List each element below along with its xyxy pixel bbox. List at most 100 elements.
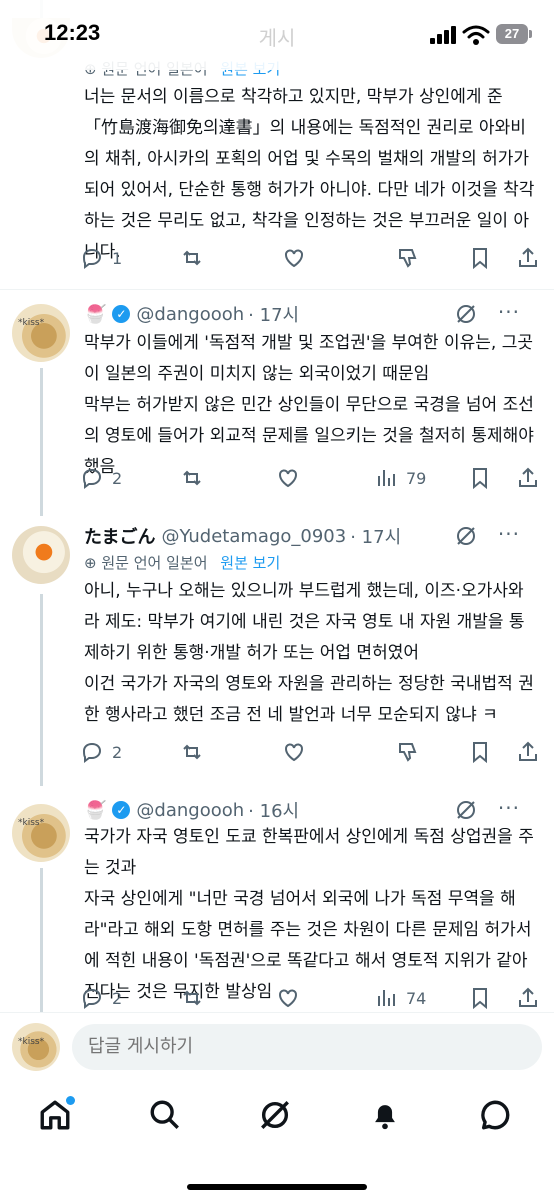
- tweet-text: 막부가 이들에게 '독점적 개발 및 조업권'을 부여한 이유는, 그곳이 일본…: [84, 333, 534, 477]
- home-indicator: [187, 1184, 367, 1190]
- tweet-actions: 2: [80, 736, 540, 768]
- avatar[interactable]: *kiss*: [12, 804, 70, 862]
- bottom-tab-bar: [0, 1084, 554, 1200]
- tweet-text: 아니, 누구나 오해는 있으니까 부드럽게 했는데, 이즈·오가사와라 제도: …: [84, 581, 534, 725]
- tweet[interactable]: *kiss* 🍧 ✓ @dangoooh · 16시 ··· 국가가 자국 영토…: [0, 792, 554, 1012]
- messages-icon: [481, 1100, 510, 1130]
- grok-icon[interactable]: [454, 798, 478, 822]
- wifi-icon: [462, 25, 490, 45]
- grok-icon[interactable]: [454, 302, 478, 326]
- like-button[interactable]: [282, 242, 306, 274]
- downvote-button[interactable]: [396, 242, 420, 274]
- status-bar: 12:23 게시 27: [0, 0, 554, 70]
- tweet-header: 🍧 ✓ @dangoooh · 17시 ···: [84, 300, 534, 328]
- battery-icon: 27: [496, 24, 532, 44]
- reply-button[interactable]: 1: [80, 242, 122, 274]
- verified-badge-icon: ✓: [112, 305, 131, 323]
- views-button[interactable]: 79: [374, 462, 426, 494]
- repost-button[interactable]: [180, 982, 204, 1014]
- like-button[interactable]: [276, 462, 300, 494]
- view-count: 79: [406, 468, 427, 488]
- translation-notice: ⊕ 원문 언어 일본어 원본 보기: [84, 552, 280, 576]
- more-options-icon[interactable]: ···: [498, 796, 520, 820]
- reply-input[interactable]: [72, 1024, 542, 1070]
- tweet-time: · 17시: [248, 305, 300, 326]
- reply-composer: *kiss*: [0, 1012, 554, 1084]
- tab-search[interactable]: [148, 1098, 188, 1138]
- heart-icon: [279, 989, 297, 1008]
- tab-grok[interactable]: [258, 1098, 298, 1138]
- search-icon: [150, 1100, 179, 1129]
- tweet-header: たまごん @Yudetamago_0903 · 17시 ···: [84, 522, 534, 550]
- reply-icon: [82, 742, 102, 763]
- tweet-text: 국가가 자국 영토인 도쿄 한복판에서 상인에게 독점 상업권을 주는 것과 자…: [84, 827, 534, 1002]
- tab-notifications[interactable]: [368, 1098, 408, 1138]
- user-handle[interactable]: @dangoooh: [136, 304, 244, 325]
- reply-count: 2: [112, 468, 123, 488]
- show-original-link[interactable]: 원본 보기: [220, 554, 280, 572]
- tweet-text: 너는 문서의 이름으로 착각하고 있지만, 막부가 상인에게 준「竹島渡海御免의…: [84, 87, 535, 262]
- grok-icon: [261, 1101, 289, 1129]
- user-handle[interactable]: @Yudetamago_0903: [161, 526, 346, 547]
- share-button[interactable]: [516, 242, 540, 274]
- tweet-header: 🍧 ✓ @dangoooh · 16시 ···: [84, 796, 534, 824]
- tweet[interactable]: *kiss* 🍧 ✓ @dangoooh · 17시 ··· 막부가 이들에게 …: [0, 290, 554, 516]
- downvote-button[interactable]: [396, 736, 420, 768]
- bookmark-icon: [473, 988, 487, 1010]
- tweet-actions: 1: [80, 242, 540, 274]
- repost-icon: [183, 250, 201, 266]
- reply-count: 2: [112, 988, 123, 1008]
- tweet-actions: 2 79: [80, 462, 540, 494]
- share-button[interactable]: [516, 982, 540, 1014]
- share-icon: [519, 987, 537, 1007]
- like-button[interactable]: [276, 982, 300, 1014]
- reply-icon: [82, 248, 102, 269]
- battery-level: 27: [504, 26, 520, 41]
- repost-button[interactable]: [180, 736, 204, 768]
- avatar[interactable]: *kiss*: [12, 304, 70, 362]
- repost-icon: [183, 990, 201, 1006]
- repost-button[interactable]: [180, 462, 204, 494]
- avatar[interactable]: [12, 526, 70, 584]
- views-button[interactable]: 74: [374, 982, 426, 1014]
- more-options-icon[interactable]: ···: [498, 300, 520, 324]
- reply-count: 1: [112, 248, 123, 268]
- tab-messages[interactable]: [478, 1098, 518, 1138]
- display-name-emoji: 🍧: [84, 799, 107, 821]
- thumbs-down-icon: [399, 743, 417, 762]
- bookmark-button[interactable]: [468, 982, 492, 1014]
- verified-badge-icon: ✓: [112, 801, 131, 819]
- signal-icon: [430, 26, 458, 44]
- bookmark-icon: [473, 742, 487, 764]
- heart-icon: [279, 469, 297, 488]
- bookmark-button[interactable]: [468, 736, 492, 768]
- share-icon: [519, 247, 537, 267]
- reply-button[interactable]: 2: [80, 462, 122, 494]
- like-button[interactable]: [282, 736, 306, 768]
- analytics-icon: [378, 470, 395, 486]
- notification-dot: [66, 1096, 75, 1105]
- repost-button[interactable]: [180, 242, 204, 274]
- reply-button[interactable]: 2: [80, 982, 122, 1014]
- bookmark-button[interactable]: [468, 242, 492, 274]
- display-name[interactable]: たまごん: [84, 523, 155, 549]
- share-button[interactable]: [516, 462, 540, 494]
- bookmark-icon: [473, 248, 487, 270]
- repost-icon: [183, 470, 201, 486]
- bookmark-button[interactable]: [468, 462, 492, 494]
- tweet[interactable]: たまごん @Yudetamago_0903 · 17시 ··· ⊕ 원문 언어 …: [0, 516, 554, 792]
- heart-icon: [285, 249, 303, 268]
- heart-icon: [285, 743, 303, 762]
- avatar: *kiss*: [12, 1023, 60, 1071]
- grok-icon[interactable]: [454, 524, 478, 548]
- more-options-icon[interactable]: ···: [498, 522, 520, 546]
- reply-icon: [82, 988, 102, 1009]
- share-icon: [519, 741, 537, 761]
- reply-button[interactable]: 2: [80, 736, 122, 768]
- thumbs-down-icon: [399, 249, 417, 268]
- tweet-time: · 17시: [350, 527, 402, 548]
- user-handle[interactable]: @dangoooh: [136, 800, 244, 821]
- share-button[interactable]: [516, 736, 540, 768]
- analytics-icon: [378, 990, 395, 1006]
- tab-home[interactable]: [38, 1096, 78, 1138]
